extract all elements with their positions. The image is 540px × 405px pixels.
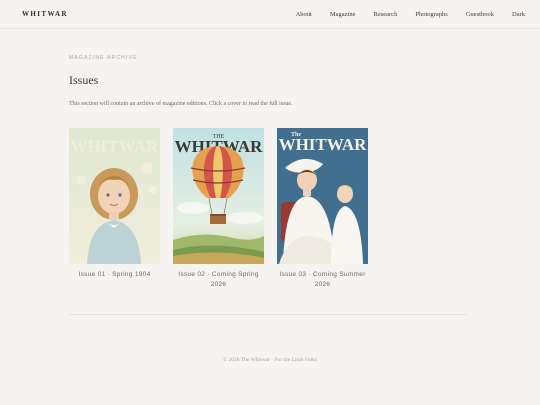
issue-caption: Issue 02 · Coming Spring 2026 xyxy=(178,271,259,288)
nav-link-about[interactable]: About xyxy=(296,11,312,18)
nav-link-research[interactable]: Research xyxy=(374,11,398,18)
top-nav-bar: WHITWAR About Magazine Research Photogra… xyxy=(0,0,540,29)
dark-mode-toggle[interactable]: Dark xyxy=(512,11,525,18)
issue-cover-01[interactable]: The WHITWAR xyxy=(69,128,160,264)
nav-link-photographs[interactable]: Photographs xyxy=(415,11,448,18)
issue-card-02: THE WHITWAR Issue 02 · Coming Spring 202… xyxy=(173,128,264,290)
footer-text: © 2026 The Whitwar · For the Little Folk… xyxy=(222,357,318,363)
page-title: Issues xyxy=(69,73,99,87)
section-eyebrow: MAGAZINE ARCHIVE xyxy=(69,55,138,61)
brand-logo-link[interactable]: WHITWAR xyxy=(22,10,68,18)
issue-caption: Issue 01 · Spring 1904 xyxy=(78,271,151,278)
issue-grid: The WHITWAR Issue 01 · Spring 1904 THE I… xyxy=(69,128,368,290)
cover-illustration-balloon: THE WHITWAR xyxy=(173,128,264,264)
cover-title: WHITWAR xyxy=(71,137,160,156)
cover-illustration-mother-child: The WHITWAR xyxy=(277,128,368,264)
cover-illustration-girl: The WHITWAR xyxy=(69,128,160,264)
main-nav: About Magazine Research Photographs Gues… xyxy=(296,11,525,18)
issue-card-01: The WHITWAR Issue 01 · Spring 1904 xyxy=(69,128,160,290)
cover-title: WHITWAR xyxy=(279,135,368,154)
issue-caption: Issue 03 · Coming Summer 2026 xyxy=(279,271,366,288)
nav-link-guestbook[interactable]: Guestbook xyxy=(466,11,494,18)
issue-cover-03[interactable]: The WHITWAR xyxy=(277,128,368,264)
issue-card-03: The WHITWAR Issue 03 · Coming Summer 202… xyxy=(277,128,368,290)
issue-cover-02[interactable]: THE WHITWAR xyxy=(173,128,264,264)
archive-intro: MAGAZINE ARCHIVE Issues This section wil… xyxy=(69,55,469,107)
section-description: This section will contain an archive of … xyxy=(69,101,293,107)
section-divider xyxy=(69,314,467,315)
nav-link-magazine[interactable]: Magazine xyxy=(330,11,356,18)
